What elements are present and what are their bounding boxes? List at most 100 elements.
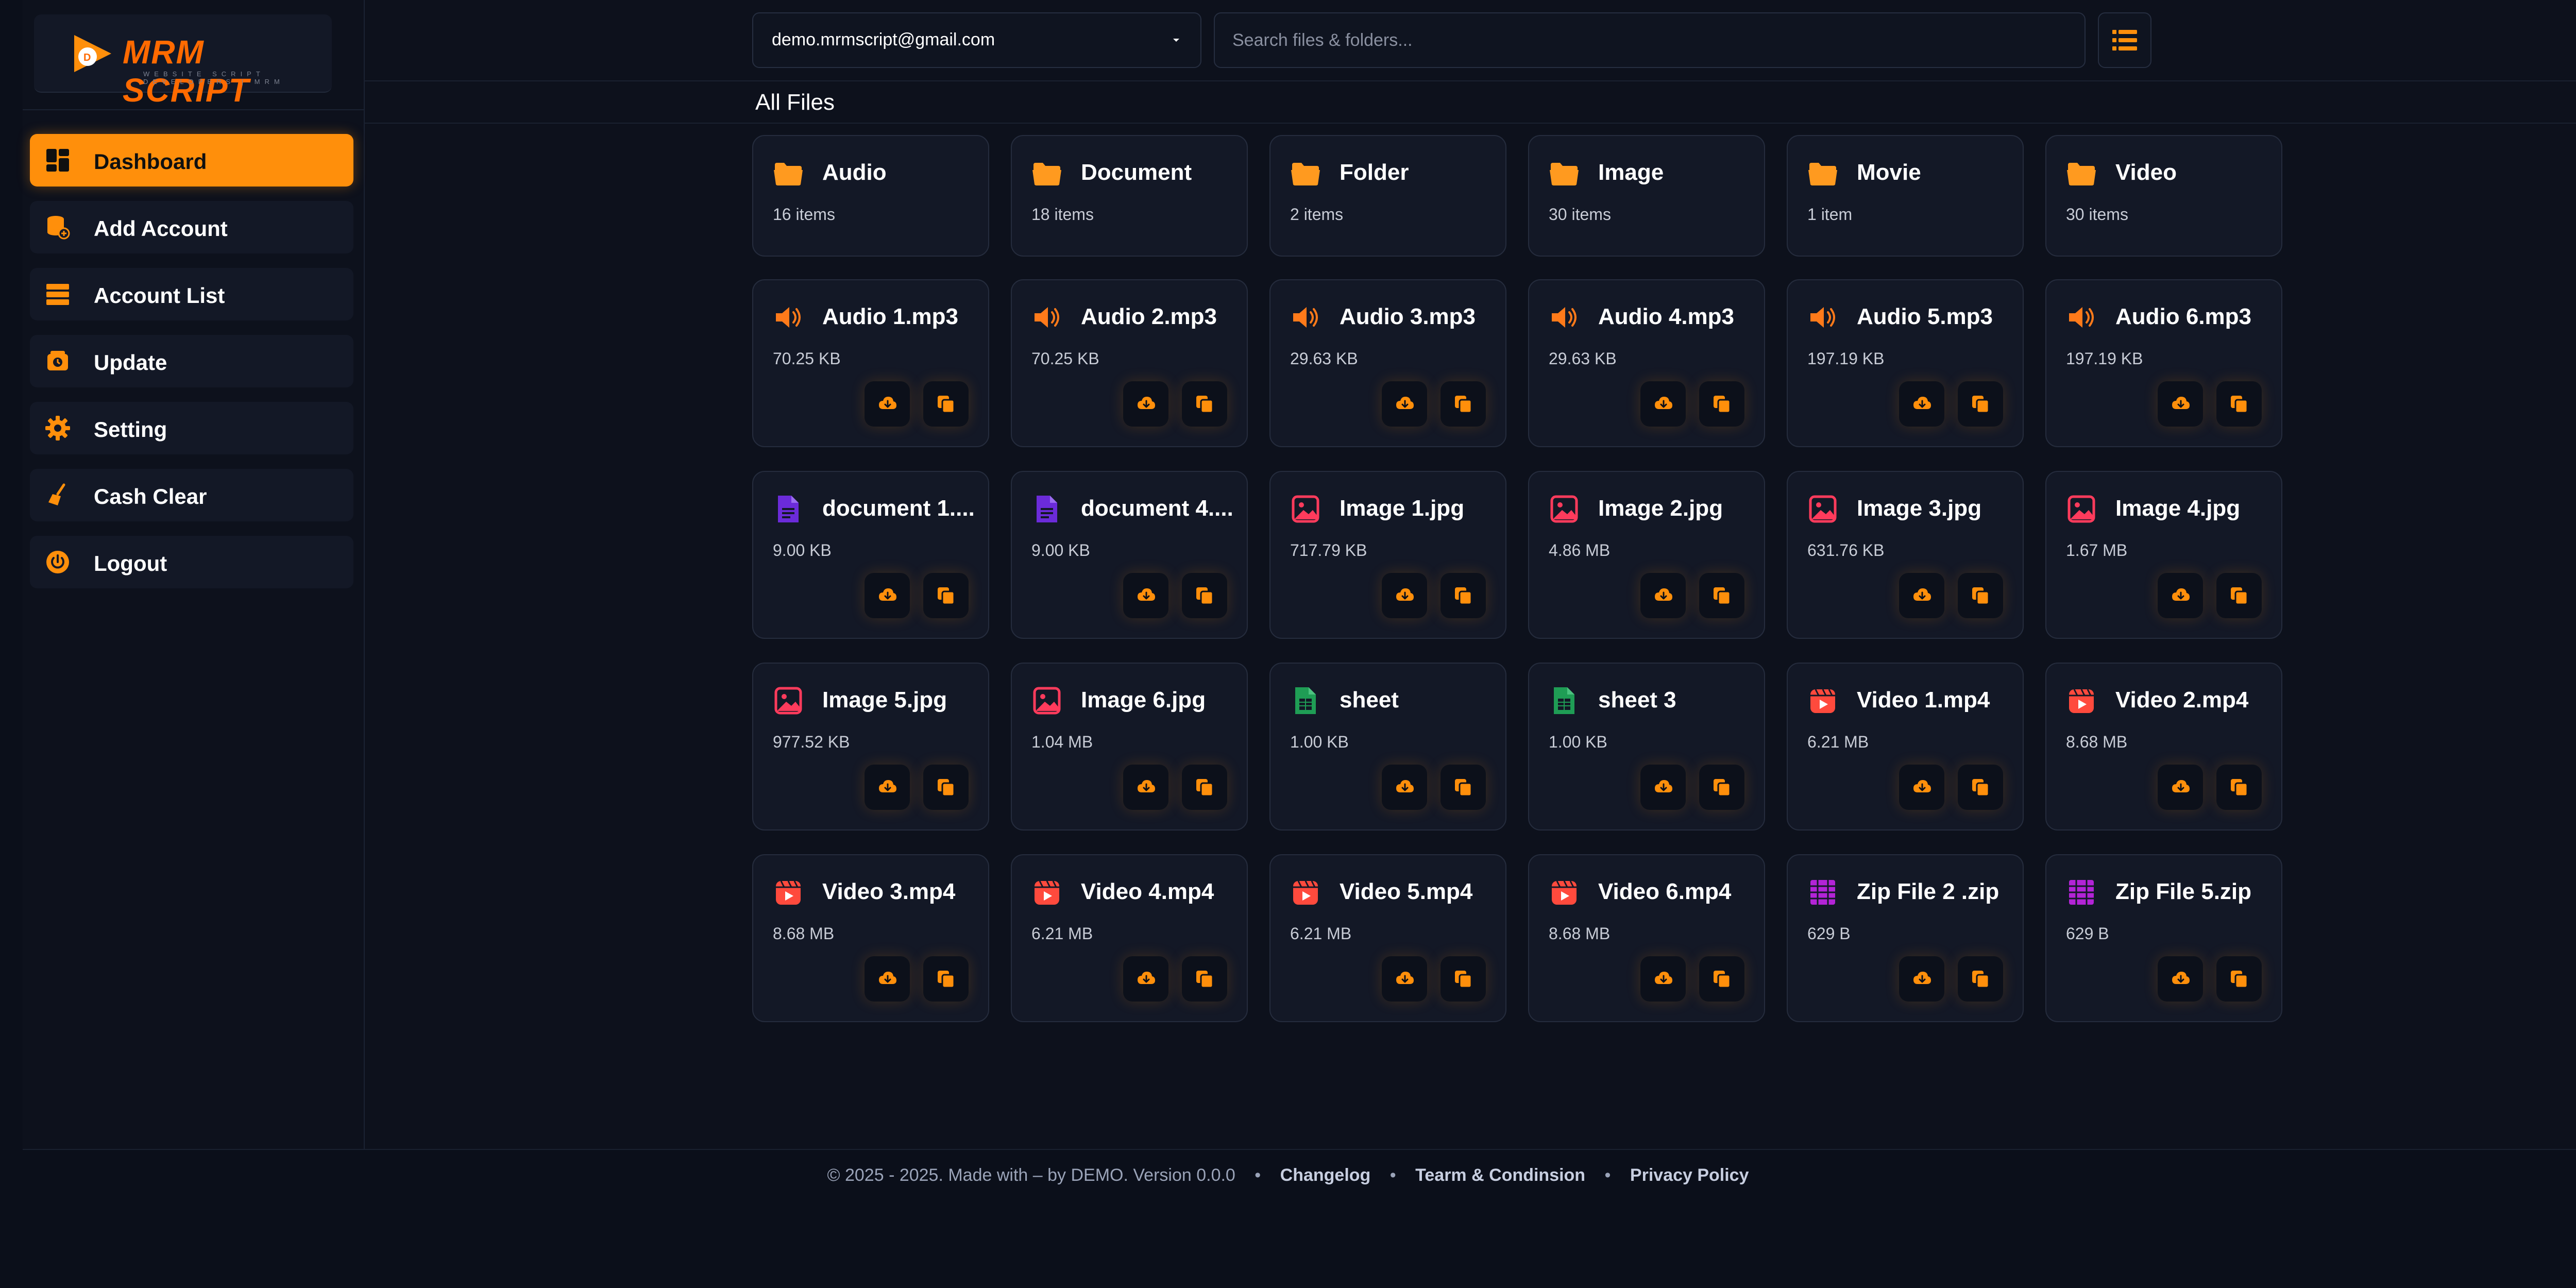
sidebar-item-label: Dashboard bbox=[94, 149, 207, 174]
download-button[interactable] bbox=[1123, 765, 1168, 810]
file-card[interactable]: Zip File 5.zip 629 B bbox=[2045, 854, 2282, 1022]
copy-button[interactable] bbox=[1182, 573, 1227, 618]
download-button[interactable] bbox=[1899, 765, 1944, 810]
copy-button[interactable] bbox=[1440, 381, 1486, 427]
download-button[interactable] bbox=[2158, 765, 2203, 810]
terms-link[interactable]: Tearm & Condinsion bbox=[1415, 1165, 1585, 1185]
file-card[interactable]: Image 1.jpg 717.79 KB bbox=[1269, 471, 1506, 639]
sidebar-item-cash-clear[interactable]: Cash Clear bbox=[30, 469, 353, 521]
download-button[interactable] bbox=[1382, 381, 1427, 427]
copy-button[interactable] bbox=[1958, 765, 2003, 810]
download-button[interactable] bbox=[2158, 956, 2203, 1002]
file-card[interactable]: Image 6.jpg 1.04 MB bbox=[1011, 663, 1248, 831]
download-button[interactable] bbox=[865, 765, 910, 810]
file-name: Audio 6.mp3 bbox=[2115, 304, 2252, 329]
file-card[interactable]: sheet 1.00 KB bbox=[1269, 663, 1506, 831]
sidebar-item-add-account[interactable]: Add Account bbox=[30, 201, 353, 253]
sidebar-item-setting[interactable]: Setting bbox=[30, 402, 353, 454]
copy-button[interactable] bbox=[2216, 381, 2262, 427]
download-button[interactable] bbox=[2158, 573, 2203, 618]
file-card[interactable]: Video 2.mp4 8.68 MB bbox=[2045, 663, 2282, 831]
copy-button[interactable] bbox=[1699, 765, 1744, 810]
file-card[interactable]: Video 6.mp4 8.68 MB bbox=[1528, 854, 1765, 1022]
folder-card[interactable]: Image 30 items bbox=[1528, 135, 1765, 257]
account-select[interactable]: demo.mrmscript@gmail.com bbox=[752, 12, 1201, 68]
copy-button[interactable] bbox=[923, 765, 969, 810]
file-card[interactable]: Image 4.jpg 1.67 MB bbox=[2045, 471, 2282, 639]
copy-button[interactable] bbox=[923, 381, 969, 427]
folder-card[interactable]: Movie 1 item bbox=[1787, 135, 2024, 257]
copy-button[interactable] bbox=[1699, 956, 1744, 1002]
file-card[interactable]: Audio 6.mp3 197.19 KB bbox=[2045, 279, 2282, 447]
changelog-link[interactable]: Changelog bbox=[1280, 1165, 1371, 1185]
download-button[interactable] bbox=[2158, 381, 2203, 427]
copy-button[interactable] bbox=[1182, 381, 1227, 427]
download-button[interactable] bbox=[1899, 381, 1944, 427]
view-toggle-button[interactable] bbox=[2098, 12, 2151, 68]
file-card[interactable]: Audio 2.mp3 70.25 KB bbox=[1011, 279, 1248, 447]
download-button[interactable] bbox=[1123, 956, 1168, 1002]
file-card[interactable]: Zip File 2 .zip 629 B bbox=[1787, 854, 2024, 1022]
copy-button[interactable] bbox=[1958, 381, 2003, 427]
folder-card[interactable]: Audio 16 items bbox=[752, 135, 989, 257]
file-card[interactable]: Image 3.jpg 631.76 KB bbox=[1787, 471, 2024, 639]
download-button[interactable] bbox=[1123, 573, 1168, 618]
copy-icon bbox=[938, 587, 955, 605]
folder-name: Image bbox=[1598, 160, 1664, 185]
download-button[interactable] bbox=[1640, 573, 1686, 618]
file-card[interactable]: Image 2.jpg 4.86 MB bbox=[1528, 471, 1765, 639]
sidebar-item-logout[interactable]: Logout bbox=[30, 536, 353, 588]
download-button[interactable] bbox=[865, 381, 910, 427]
download-button[interactable] bbox=[865, 573, 910, 618]
download-button[interactable] bbox=[1382, 765, 1427, 810]
file-card[interactable]: Video 5.mp4 6.21 MB bbox=[1269, 854, 1506, 1022]
download-button[interactable] bbox=[1899, 956, 1944, 1002]
copy-button[interactable] bbox=[2216, 573, 2262, 618]
copy-button[interactable] bbox=[1440, 573, 1486, 618]
file-size: 717.79 KB bbox=[1290, 541, 1367, 560]
copy-button[interactable] bbox=[1440, 956, 1486, 1002]
file-card[interactable]: document 4.... 9.00 KB bbox=[1011, 471, 1248, 639]
download-button[interactable] bbox=[1899, 573, 1944, 618]
copy-button[interactable] bbox=[1958, 956, 2003, 1002]
download-button[interactable] bbox=[1640, 956, 1686, 1002]
download-button[interactable] bbox=[865, 956, 910, 1002]
file-card[interactable]: Video 1.mp4 6.21 MB bbox=[1787, 663, 2024, 831]
sidebar-item-dashboard[interactable]: Dashboard bbox=[30, 134, 353, 187]
folder-card[interactable]: Folder 2 items bbox=[1269, 135, 1506, 257]
file-card[interactable]: Image 5.jpg 977.52 KB bbox=[752, 663, 989, 831]
search-input[interactable] bbox=[1231, 23, 2058, 58]
brand-logo[interactable]: D MRM SCRIPT WEBSITE SCRIPT DEVELOPERS |… bbox=[34, 14, 332, 109]
copy-button[interactable] bbox=[1699, 381, 1744, 427]
video-icon bbox=[773, 877, 804, 908]
file-card[interactable]: Video 4.mp4 6.21 MB bbox=[1011, 854, 1248, 1022]
file-card[interactable]: document 1.... 9.00 KB bbox=[752, 471, 989, 639]
folder-card[interactable]: Document 18 items bbox=[1011, 135, 1248, 257]
download-button[interactable] bbox=[1382, 956, 1427, 1002]
copy-button[interactable] bbox=[1440, 765, 1486, 810]
file-card[interactable]: sheet 3 1.00 KB bbox=[1528, 663, 1765, 831]
copy-button[interactable] bbox=[1699, 573, 1744, 618]
file-card[interactable]: Audio 1.mp3 70.25 KB bbox=[752, 279, 989, 447]
privacy-policy-link[interactable]: Privacy Policy bbox=[1630, 1165, 1749, 1185]
copy-button[interactable] bbox=[923, 956, 969, 1002]
file-card[interactable]: Audio 3.mp3 29.63 KB bbox=[1269, 279, 1506, 447]
file-card[interactable]: Audio 5.mp3 197.19 KB bbox=[1787, 279, 2024, 447]
copy-button[interactable] bbox=[1182, 956, 1227, 1002]
copy-icon bbox=[1196, 971, 1214, 989]
copy-button[interactable] bbox=[923, 573, 969, 618]
copy-button[interactable] bbox=[2216, 956, 2262, 1002]
list-icon bbox=[46, 284, 69, 305]
copy-button[interactable] bbox=[1182, 765, 1227, 810]
sidebar-item-account-list[interactable]: Account List bbox=[30, 268, 353, 320]
copy-button[interactable] bbox=[2216, 765, 2262, 810]
file-card[interactable]: Video 3.mp4 8.68 MB bbox=[752, 854, 989, 1022]
download-button[interactable] bbox=[1640, 381, 1686, 427]
download-button[interactable] bbox=[1640, 765, 1686, 810]
download-button[interactable] bbox=[1382, 573, 1427, 618]
folder-card[interactable]: Video 30 items bbox=[2045, 135, 2282, 257]
file-card[interactable]: Audio 4.mp3 29.63 KB bbox=[1528, 279, 1765, 447]
sidebar-item-update[interactable]: Update bbox=[30, 335, 353, 387]
copy-button[interactable] bbox=[1958, 573, 2003, 618]
download-button[interactable] bbox=[1123, 381, 1168, 427]
